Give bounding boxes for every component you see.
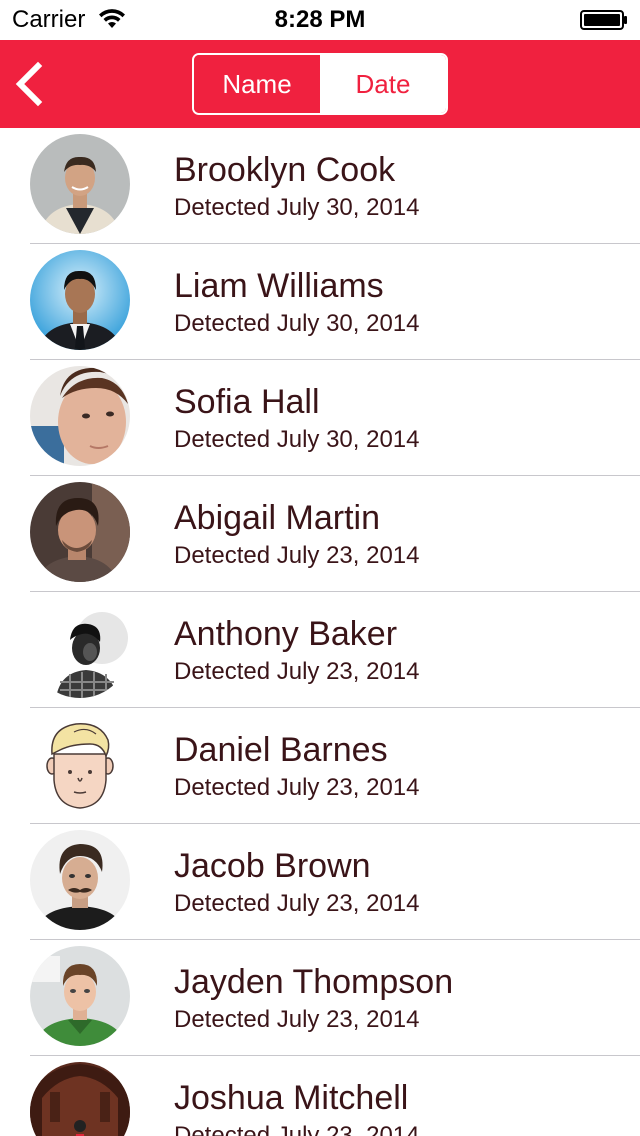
segment-date[interactable]: Date <box>320 55 446 113</box>
list-item[interactable]: Abigail Martin Detected July 23, 2014 <box>0 476 640 592</box>
back-button[interactable] <box>10 58 54 110</box>
person-name: Daniel Barnes <box>174 731 388 769</box>
person-name: Brooklyn Cook <box>174 151 396 189</box>
detected-date: Detected July 30, 2014 <box>174 426 420 453</box>
person-name: Jacob Brown <box>174 847 371 885</box>
person-name: Sofia Hall <box>174 383 320 421</box>
detected-date: Detected July 23, 2014 <box>174 658 420 685</box>
person-name: Jayden Thompson <box>174 963 454 1001</box>
photo-avatar <box>30 1062 130 1136</box>
person-name: Joshua Mitchell <box>174 1079 409 1117</box>
navigation-bar: Name Date <box>0 40 640 128</box>
screen: Carrier 8:28 PM Name Date Brooklyn Cook … <box>0 0 640 1136</box>
sort-segmented-control: Name Date <box>192 53 448 115</box>
segment-name[interactable]: Name <box>194 55 320 113</box>
person-name: Liam Williams <box>174 267 384 305</box>
photo-avatar <box>30 598 130 698</box>
detected-date: Detected July 23, 2014 <box>174 1006 420 1033</box>
photo-avatar <box>30 830 130 930</box>
clock: 8:28 PM <box>274 6 366 33</box>
detected-date: Detected July 23, 2014 <box>174 890 420 917</box>
people-list: Brooklyn Cook Detected July 30, 2014 Lia… <box>0 128 640 1136</box>
person-name: Anthony Baker <box>174 615 398 653</box>
detected-date: Detected July 23, 2014 <box>174 774 420 801</box>
list-item[interactable]: Anthony Baker Detected July 23, 2014 <box>0 592 640 708</box>
chevron-left-icon <box>15 61 43 107</box>
cartoon-face-avatar <box>30 714 130 814</box>
list-item[interactable]: Jacob Brown Detected July 23, 2014 <box>0 824 640 940</box>
status-bar: Carrier 8:28 PM <box>0 0 640 40</box>
person-name: Abigail Martin <box>174 499 380 537</box>
photo-avatar <box>30 482 130 582</box>
list-item[interactable]: Liam Williams Detected July 30, 2014 <box>0 244 640 360</box>
photo-avatar <box>30 250 130 350</box>
detected-date: Detected July 23, 2014 <box>174 1122 420 1136</box>
detected-date: Detected July 30, 2014 <box>174 310 420 337</box>
detected-date: Detected July 23, 2014 <box>174 542 420 569</box>
list-item[interactable]: Joshua Mitchell Detected July 23, 2014 <box>0 1056 640 1136</box>
detected-date: Detected July 30, 2014 <box>174 194 420 221</box>
list-item[interactable]: Brooklyn Cook Detected July 30, 2014 <box>0 128 640 244</box>
battery-icon <box>580 10 627 30</box>
list-item[interactable]: Daniel Barnes Detected July 23, 2014 <box>0 708 640 824</box>
photo-avatar <box>30 946 130 1046</box>
photo-avatar <box>30 134 130 234</box>
photo-avatar <box>30 366 130 466</box>
list-item[interactable]: Sofia Hall Detected July 30, 2014 <box>0 360 640 476</box>
list-item[interactable]: Jayden Thompson Detected July 23, 2014 <box>0 940 640 1056</box>
